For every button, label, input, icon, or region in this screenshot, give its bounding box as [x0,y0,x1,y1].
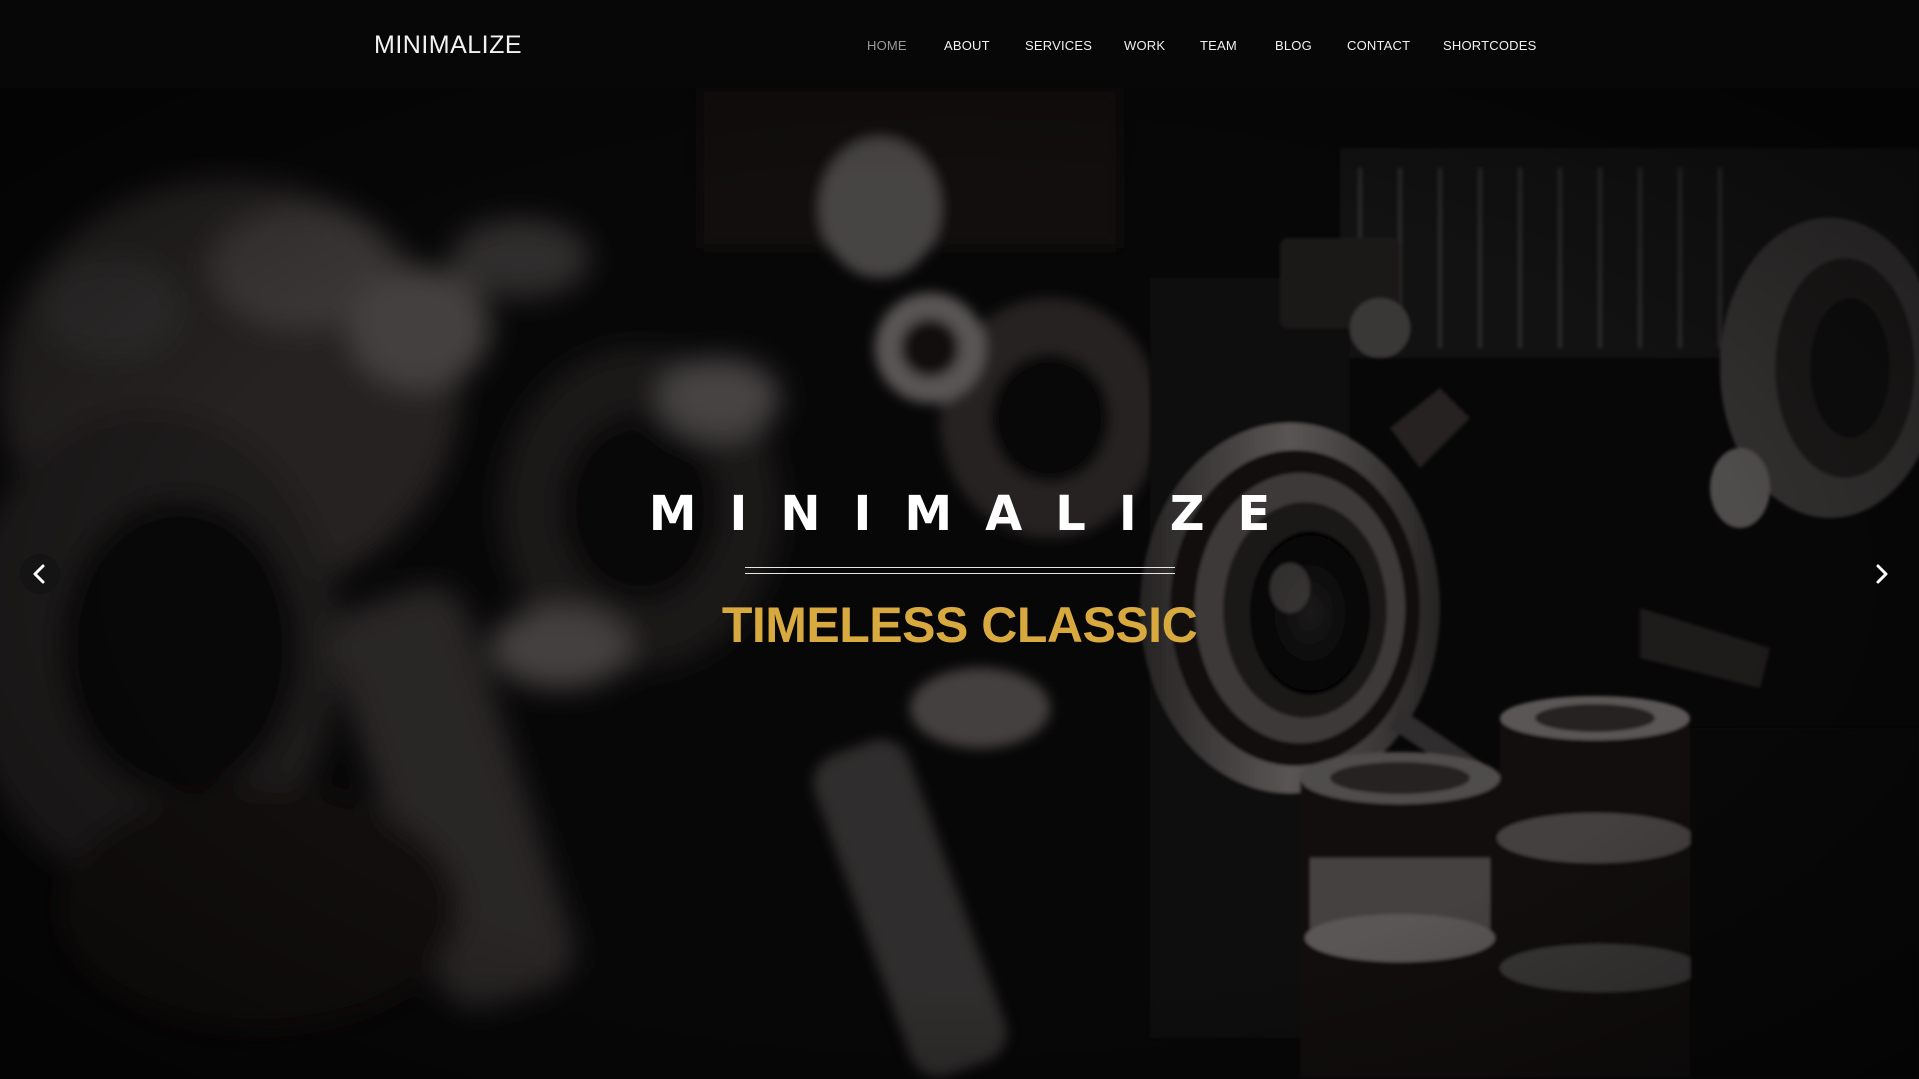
slider-next-button[interactable] [1864,554,1900,594]
hero-divider [745,567,1175,574]
hero-background-image [0,88,1919,1079]
hero-slider: MINIMALIZE TIMELESS CLASSIC [0,88,1919,1079]
nav-item-services[interactable]: SERVICES [1025,38,1092,53]
nav-item-about[interactable]: ABOUT [944,38,990,53]
brand-logo[interactable]: MINIMALIZE [374,31,522,60]
nav-item-blog[interactable]: BLOG [1275,38,1312,53]
slider-prev-button[interactable] [20,554,60,594]
nav-item-home[interactable]: HOME [867,38,907,53]
nav-item-work[interactable]: WORK [1124,38,1165,53]
hero-title: MINIMALIZE [648,486,1304,542]
top-navbar: MINIMALIZE HOME ABOUT SERVICES WORK TEAM… [0,0,1919,88]
nav-item-contact[interactable]: CONTACT [1347,38,1410,53]
hero-subtitle: TIMELESS CLASSIC [721,597,1198,653]
chevron-left-icon [33,564,45,584]
chevron-right-icon [1876,564,1888,584]
nav-item-shortcodes[interactable]: SHORTCODES [1443,38,1537,53]
nav-item-team[interactable]: TEAM [1200,38,1237,53]
